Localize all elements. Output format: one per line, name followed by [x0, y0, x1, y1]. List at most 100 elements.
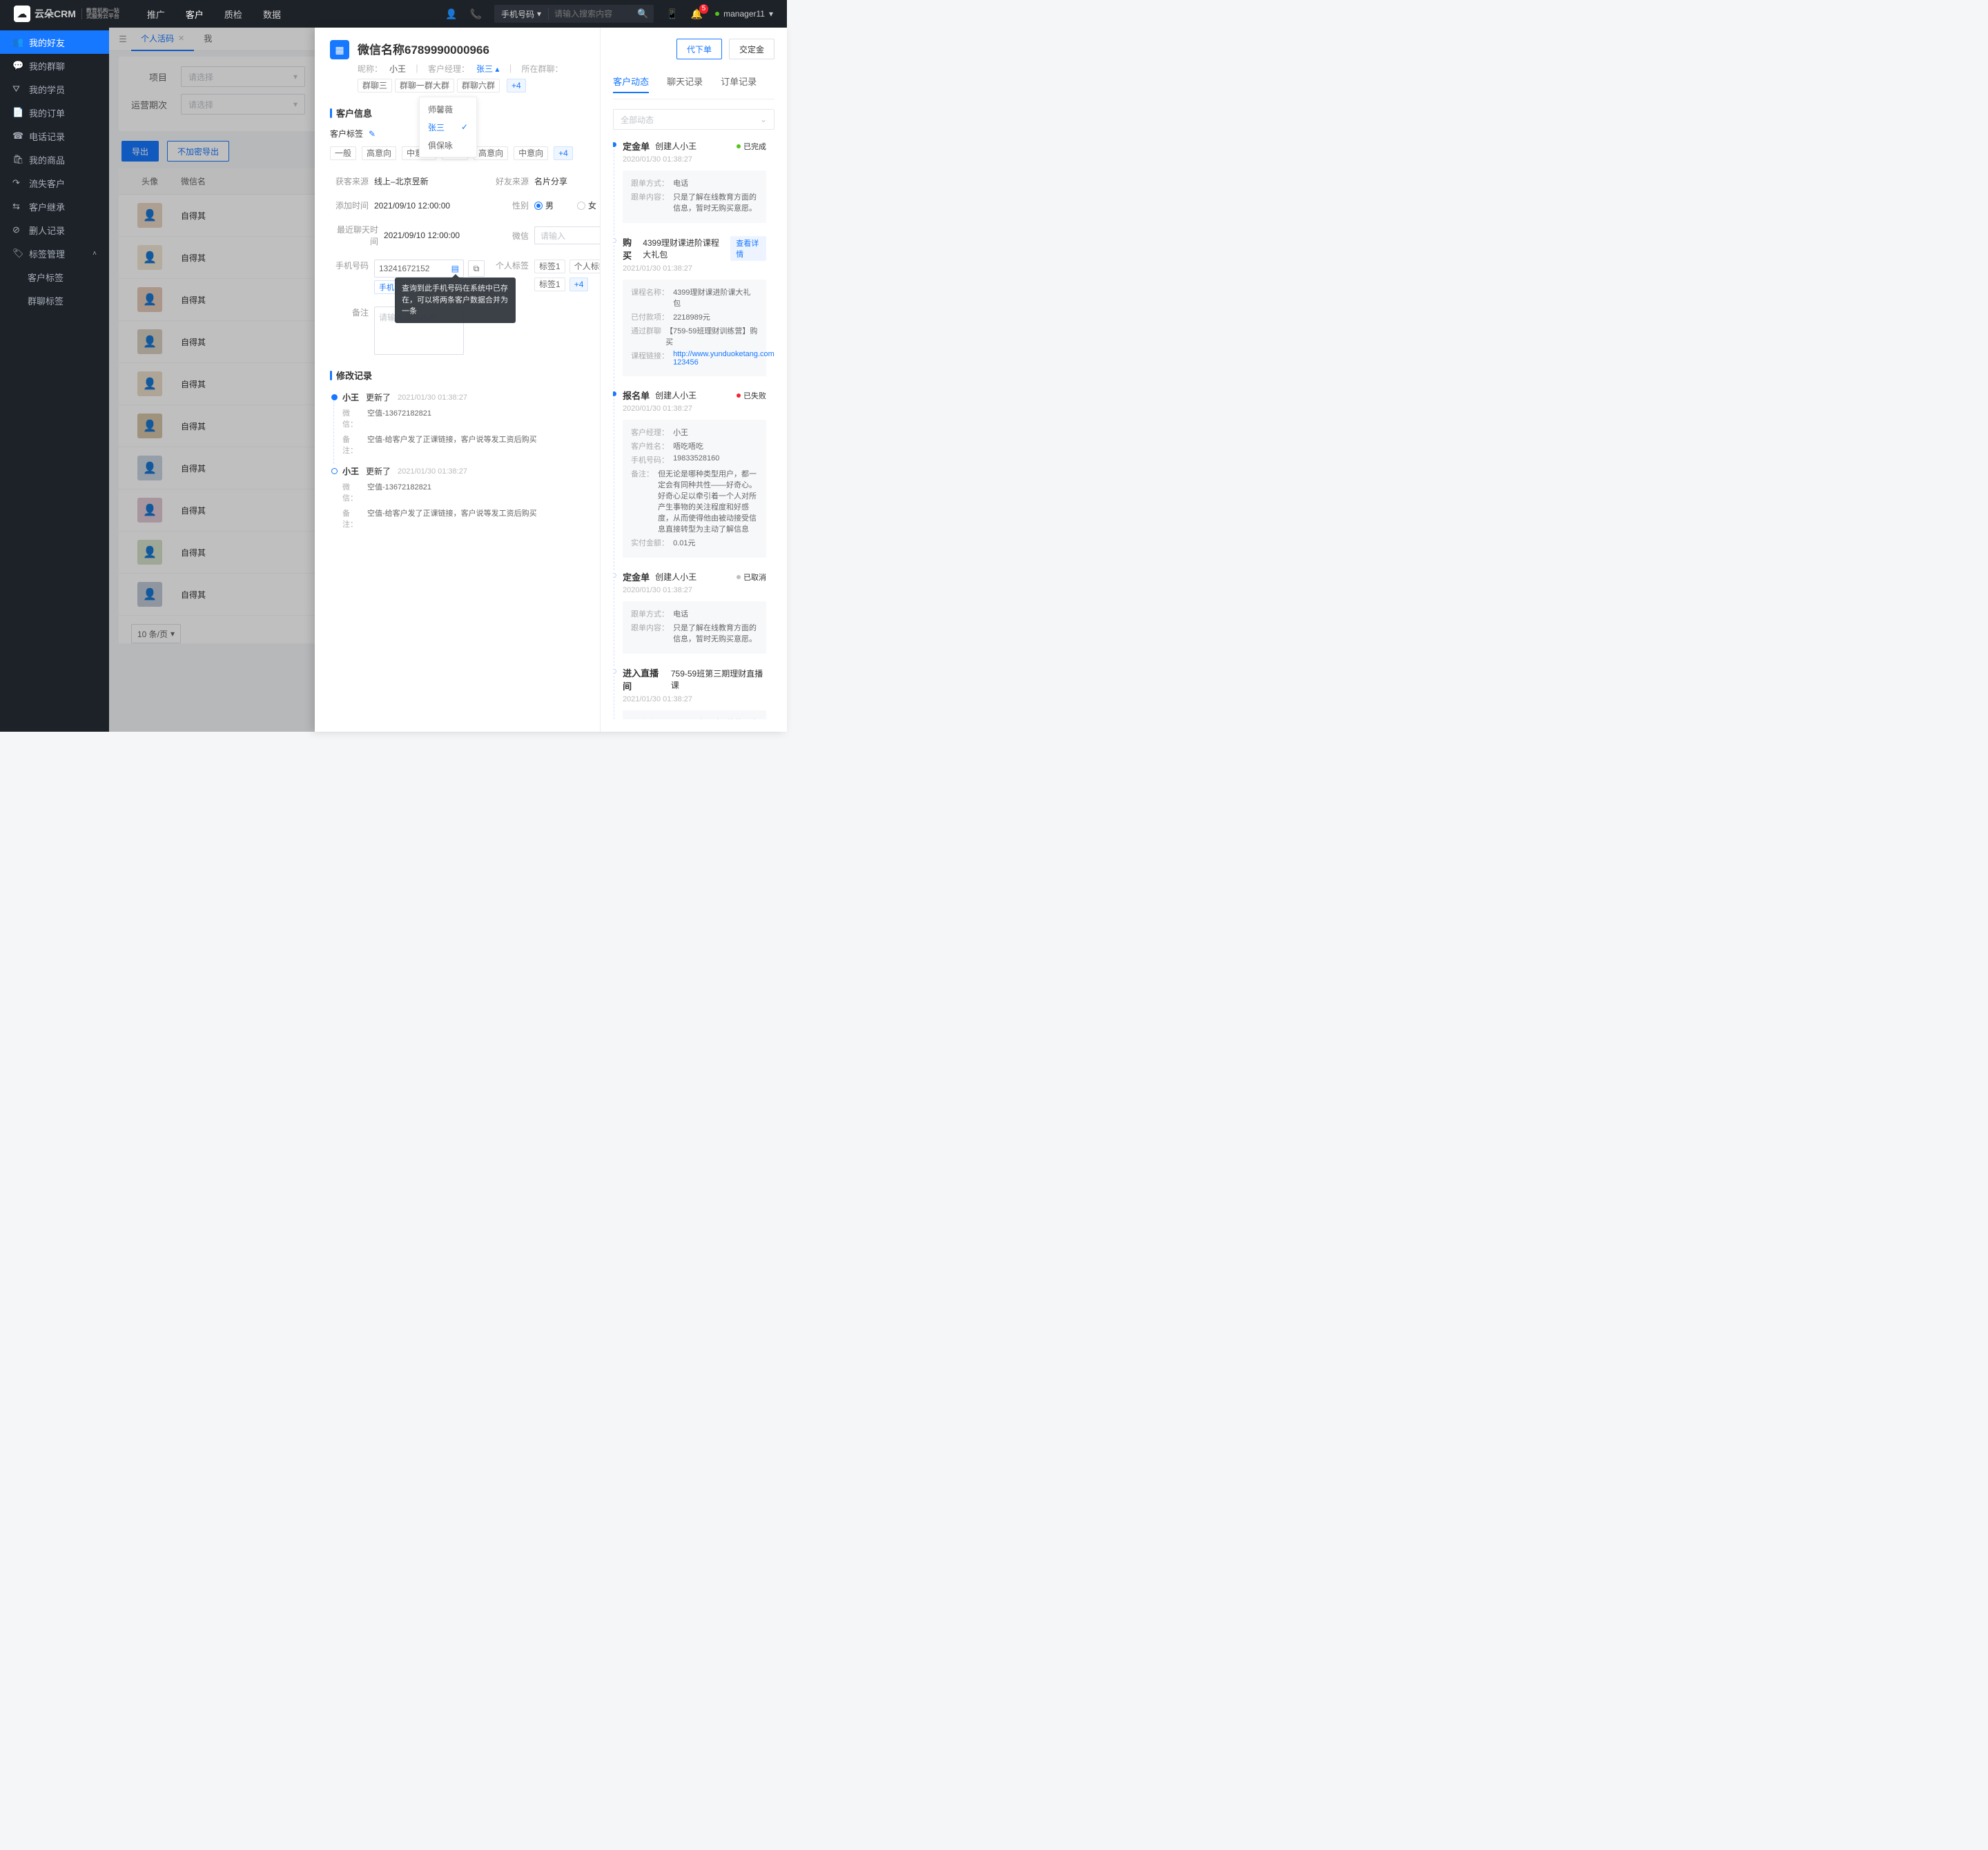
- search-box: 手机号码▾ 🔍: [494, 5, 654, 23]
- customer-tag[interactable]: 高意向: [474, 146, 508, 160]
- deposit-button[interactable]: 交定金: [729, 39, 774, 59]
- val-last-chat: 2021/09/10 12:00:00: [384, 231, 460, 240]
- sidebar-item[interactable]: ☎电话记录: [0, 124, 109, 148]
- view-details-link[interactable]: 查看详情: [730, 236, 766, 261]
- user-icon[interactable]: 👤: [445, 8, 457, 20]
- customer-tag[interactable]: 一般: [330, 146, 356, 160]
- group-pill[interactable]: 群聊三: [358, 79, 392, 92]
- phone-icon[interactable]: 📞: [470, 8, 482, 20]
- customer-drawer: ▦ 微信名称6789990000966 昵称：小王 ｜ 客户经理： 张三 ▴ ｜…: [315, 28, 787, 732]
- customer-tag[interactable]: 高意向: [362, 146, 396, 160]
- status-dot-icon: [715, 12, 719, 16]
- timeline-item: 定金单创建人小王已取消2020/01/30 01:38:27跟单方式：电话跟单内…: [613, 570, 774, 666]
- val-friend-source: 名片分享: [534, 175, 567, 187]
- personal-tag[interactable]: 标签1: [534, 260, 565, 273]
- gender-female-radio[interactable]: 女: [577, 199, 596, 211]
- place-order-button[interactable]: 代下单: [676, 39, 722, 59]
- nav-glyph-icon: ⛛: [12, 84, 22, 95]
- timeline-item: 进入直播间759-59班第三期理财直播课2021/01/30 01:38:27通…: [613, 666, 774, 719]
- dropdown-item[interactable]: 俱保咏: [420, 136, 476, 154]
- gender-male-radio[interactable]: 男: [534, 199, 554, 211]
- manager-dropdown: 师馨薇张三俱保咏: [419, 97, 477, 157]
- wechat-input[interactable]: 请输入: [534, 226, 601, 244]
- main: ☰ 个人活码✕我 项目请选择▾运营期次请选择▾ 导出不加密导出 头像 微信名 👤…: [109, 28, 787, 732]
- personal-tag[interactable]: 个人标签12: [569, 260, 601, 273]
- logo-subtitle: 教育机构一站式服务云平台: [81, 8, 119, 19]
- sidebar-item[interactable]: 👥我的好友: [0, 30, 109, 54]
- activity-tabs: 客户动态聊天记录订单记录: [613, 75, 774, 99]
- drawer-right: 代下单 交定金 客户动态聊天记录订单记录 全部动态⌄ 定金单创建人小王已完成20…: [601, 28, 787, 732]
- sidebar-item[interactable]: 🛍我的商品: [0, 148, 109, 171]
- activity-tab[interactable]: 聊天记录: [667, 75, 703, 93]
- timeline-dot-icon: [613, 391, 616, 396]
- dropdown-item[interactable]: 张三: [420, 118, 476, 136]
- sidebar-item[interactable]: 📄我的订单: [0, 101, 109, 124]
- group-pill[interactable]: 群聊六群: [457, 79, 500, 92]
- phone-input[interactable]: 13241672152 ▤: [374, 260, 464, 278]
- cloud-icon: ☁: [14, 6, 30, 22]
- chevron-down-icon: ▾: [769, 9, 773, 19]
- section-mod-record: 修改记录: [330, 369, 585, 382]
- group-pill[interactable]: 群聊一群大群: [395, 79, 454, 92]
- nav-glyph-icon: ☎: [12, 130, 22, 142]
- personal-tags-more[interactable]: +4: [569, 278, 589, 291]
- sidebar: 👥我的好友💬我的群聊⛛我的学员📄我的订单☎电话记录🛍我的商品↷流失客户⇆客户继承…: [0, 28, 109, 732]
- chevron-down-icon: ⌄: [760, 115, 767, 124]
- search-input[interactable]: [549, 9, 632, 19]
- copy-phone-icon[interactable]: ⧉: [468, 260, 485, 277]
- sidebar-item[interactable]: ↷流失客户: [0, 171, 109, 195]
- topnav-item[interactable]: 数据: [263, 8, 281, 21]
- user-menu[interactable]: manager11 ▾: [715, 9, 773, 19]
- record-item: 小王更新了2021/01/30 01:38:27微信：空值-1367218282…: [330, 465, 585, 529]
- nav-glyph-icon: ⊘: [12, 224, 22, 235]
- groups-more[interactable]: +4: [507, 79, 526, 92]
- customer-subtitle: 昵称：小王 ｜ 客户经理： 张三 ▴ ｜ 所在群聊： 群聊三群聊一群大群群聊六群…: [358, 63, 585, 92]
- customer-title: 微信名称6789990000966: [358, 40, 585, 57]
- val-add-time: 2021/09/10 12:00:00: [374, 201, 450, 211]
- nav-glyph-icon: 👥: [12, 37, 22, 48]
- timeline-item: 报名单创建人小王已失败2020/01/30 01:38:27客户经理：小王客户姓…: [613, 389, 774, 570]
- topnav-item[interactable]: 质检: [224, 8, 242, 21]
- sidebar-subitem[interactable]: 群聊标签: [0, 289, 109, 312]
- link[interactable]: http://www.yunduoketang.com/?123456: [673, 350, 774, 367]
- phone-duplicate-tooltip: 查询到此手机号码在系统中已存在，可以将两条客户数据合并为一条: [395, 278, 516, 323]
- top-nav: 推广 客户 质检 数据: [147, 8, 281, 21]
- activity-filter-select[interactable]: 全部动态⌄: [613, 109, 774, 130]
- personal-tag[interactable]: 标签1: [534, 278, 565, 291]
- topnav-item[interactable]: 客户: [186, 8, 204, 21]
- nav-glyph-icon: 💬: [12, 60, 22, 71]
- dropdown-item[interactable]: 师馨薇: [420, 100, 476, 118]
- timeline-dot-icon: [613, 669, 616, 674]
- topnav-item[interactable]: 推广: [147, 8, 165, 21]
- record-item: 小王更新了2021/01/30 01:38:27微信：空值-1367218282…: [330, 391, 585, 456]
- sidebar-item[interactable]: ⛛我的学员: [0, 77, 109, 101]
- sidebar-item[interactable]: ⊘删人记录: [0, 218, 109, 242]
- sidebar-item[interactable]: 🏷标签管理˄: [0, 242, 109, 265]
- search-type-select[interactable]: 手机号码▾: [494, 8, 549, 20]
- tags-more[interactable]: +4: [554, 146, 573, 160]
- timeline-dot-icon: [613, 238, 616, 243]
- edit-tags-icon[interactable]: ✎: [369, 129, 376, 139]
- username: manager11: [723, 9, 765, 19]
- sidebar-subitem[interactable]: 客户标签: [0, 265, 109, 289]
- drawer-header: ▦ 微信名称6789990000966 昵称：小王 ｜ 客户经理： 张三 ▴ ｜…: [330, 40, 585, 92]
- tag-label: 客户标签: [330, 128, 363, 139]
- nav-glyph-icon: 📄: [12, 107, 22, 118]
- chevron-up-icon: ▴: [495, 64, 499, 74]
- search-icon[interactable]: 🔍: [632, 8, 654, 19]
- chevron-up-icon: ˄: [92, 250, 97, 257]
- topbar: ☁ 云朵CRM 教育机构一站式服务云平台 推广 客户 质检 数据 👤 📞 手机号码▾ …: [0, 0, 787, 28]
- customer-tag[interactable]: 中意向: [514, 146, 548, 160]
- activity-timeline: 定金单创建人小王已完成2020/01/30 01:38:27跟单方式：电话跟单内…: [613, 139, 774, 719]
- sidebar-item[interactable]: 💬我的群聊: [0, 54, 109, 77]
- logo: ☁ 云朵CRM 教育机构一站式服务云平台: [14, 6, 119, 22]
- contact-card-icon[interactable]: ▤: [451, 264, 459, 273]
- logo-text: 云朵CRM: [35, 7, 76, 21]
- nav-glyph-icon: ⇆: [12, 201, 22, 212]
- mobile-icon[interactable]: 📱: [666, 8, 678, 20]
- manager-select[interactable]: 张三 ▴: [476, 63, 499, 75]
- sidebar-item[interactable]: ⇆客户继承: [0, 195, 109, 218]
- activity-tab[interactable]: 订单记录: [721, 75, 757, 93]
- activity-tab[interactable]: 客户动态: [613, 75, 649, 93]
- bell-icon[interactable]: 🔔5: [691, 8, 703, 20]
